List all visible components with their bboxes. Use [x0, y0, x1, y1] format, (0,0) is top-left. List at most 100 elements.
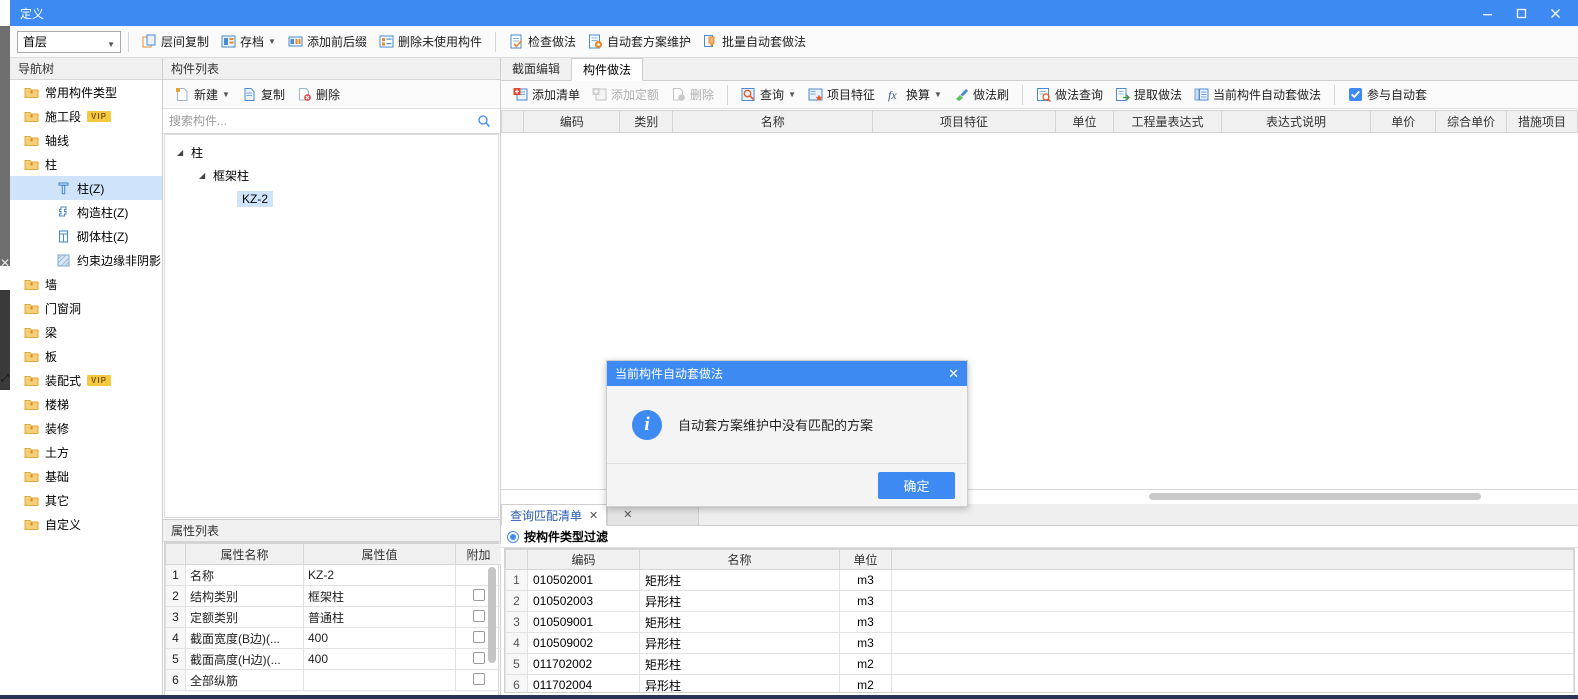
method-toolbar-button-3[interactable]: 查询 ▼	[735, 83, 802, 107]
query-code-cell[interactable]: 010502001	[527, 569, 640, 591]
method-column-header[interactable]: 名称	[672, 110, 874, 133]
method-column-header[interactable]: 类别	[619, 110, 674, 133]
property-name-cell[interactable]: 截面高度(H边)(...	[185, 648, 304, 670]
tab-0[interactable]: 截面编辑	[501, 57, 571, 80]
property-name-cell[interactable]: 截面宽度(B边)(...	[185, 627, 304, 649]
property-scrollbar[interactable]	[488, 567, 496, 694]
toolbar-auto-scheme-maintain-button[interactable]: 自动套方案维护	[582, 30, 697, 54]
sidebar-item-15[interactable]: 土方	[10, 440, 162, 464]
property-name-cell[interactable]: 名称	[185, 564, 304, 586]
maximize-button[interactable]	[1504, 0, 1538, 26]
method-toolbar-button-0[interactable]: 添加清单	[507, 83, 586, 107]
dialog-ok-button[interactable]: 确定	[878, 471, 955, 499]
bottom-tab-bar[interactable]: 查询匹配清单 ✕ ✕	[501, 503, 1578, 526]
table-row[interactable]: 5 截面高度(H边)(... 400	[165, 648, 502, 670]
search-icon[interactable]	[477, 114, 492, 129]
sidebar-item-0[interactable]: 常用构件类型	[10, 80, 162, 104]
table-row[interactable]: 3 010509001 矩形柱 m3	[505, 611, 1574, 633]
method-column-header[interactable]: 单价	[1370, 110, 1437, 133]
sidebar-item-5[interactable]: 构造柱(Z)	[10, 200, 162, 224]
property-name-cell[interactable]: 定额类别	[185, 606, 304, 628]
component-tree-node-2[interactable]: KZ-2	[165, 187, 498, 210]
query-code-cell[interactable]: 011702002	[527, 653, 640, 675]
horizontal-scrollbar-thumb[interactable]	[1149, 493, 1481, 500]
toolbar-batch-auto-method-button[interactable]: 批量自动套做法	[697, 30, 812, 54]
tab-1[interactable]: 构件做法	[571, 58, 644, 81]
table-row[interactable]: 3 定额类别 普通柱	[165, 606, 502, 628]
toolbar-check-method-button[interactable]: 检查做法	[503, 30, 582, 54]
sidebar-item-7[interactable]: 约束边缘非阴影	[10, 248, 162, 272]
toolbar-copy-between-floors-button[interactable]: 层间复制	[136, 30, 215, 54]
table-row[interactable]: 6 全部纵筋	[165, 669, 502, 691]
method-toolbar-button-9[interactable]: 当前构件自动套做法	[1188, 83, 1327, 107]
component-tree[interactable]: ◢ 柱 ◢ 框架柱 KZ-2	[164, 134, 499, 518]
checkbox[interactable]	[472, 630, 485, 643]
sidebar-item-16[interactable]: 基础	[10, 464, 162, 488]
table-row[interactable]: 2 010502003 异形柱 m3	[505, 590, 1574, 612]
table-row[interactable]: 1 010502001 矩形柱 m3	[505, 569, 1574, 591]
table-row[interactable]: 4 010509002 异形柱 m3	[505, 632, 1574, 654]
property-value-cell[interactable]: 400	[303, 627, 456, 649]
close-icon[interactable]: ✕	[589, 509, 598, 522]
method-column-header[interactable]: 工程量表达式	[1113, 110, 1222, 133]
filter-radio[interactable]	[507, 530, 519, 543]
chevron-down-icon[interactable]: ◢	[199, 171, 208, 180]
sidebar-item-4[interactable]: 柱(Z)	[10, 176, 162, 200]
query-name-cell[interactable]: 异形柱	[639, 632, 840, 654]
method-column-header[interactable]: 综合单价	[1435, 110, 1508, 133]
query-name-cell[interactable]: 异形柱	[639, 674, 840, 692]
method-column-header[interactable]: 编码	[523, 110, 621, 133]
close-icon[interactable]: ✕	[0, 256, 10, 270]
chevron-down-icon[interactable]: ◢	[177, 148, 186, 157]
method-toolbar-button-4[interactable]: 项目特征	[802, 83, 881, 107]
toolbar-delete-unused-button[interactable]: 删除未使用构件	[373, 30, 488, 54]
property-table-body[interactable]: 1 名称 KZ-2 2 结构类别 框架柱 3 定额类别 普通柱 4 截面宽度(B边)(... 400 5…	[165, 564, 502, 691]
query-code-cell[interactable]: 010502003	[527, 590, 640, 612]
method-toolbar-button-10[interactable]: 参与自动套	[1342, 83, 1433, 107]
search-input[interactable]	[163, 109, 477, 133]
sidebar-item-8[interactable]: 墙	[10, 272, 162, 296]
property-value-cell[interactable]: 普通柱	[303, 606, 456, 628]
checkbox[interactable]	[472, 672, 485, 685]
sidebar-item-18[interactable]: 自定义	[10, 512, 162, 536]
query-code-cell[interactable]: 011702004	[527, 674, 640, 692]
table-row[interactable]: 6 011702004 异形柱 m2	[505, 674, 1574, 692]
table-row[interactable]: 1 名称 KZ-2	[165, 564, 502, 586]
sidebar-item-12[interactable]: 装配式 VIP	[10, 368, 162, 392]
copy-component-button[interactable]: 复制	[236, 82, 291, 106]
checkbox[interactable]	[472, 609, 485, 622]
filter-row[interactable]: 按构件类型过滤	[501, 526, 1578, 548]
floor-select[interactable]: 首层 ▼	[17, 30, 121, 53]
query-name-cell[interactable]: 矩形柱	[639, 569, 840, 591]
minimize-button[interactable]	[1470, 0, 1504, 26]
method-column-header[interactable]: 单位	[1054, 110, 1115, 133]
dialog-close-button[interactable]: ✕	[948, 366, 959, 382]
method-column-header[interactable]: 表达式说明	[1220, 110, 1372, 133]
method-column-header[interactable]: 项目特征	[872, 110, 1056, 133]
method-toolbar-button-6[interactable]: 做法刷	[948, 83, 1015, 107]
query-result-body[interactable]: 1 010502001 矩形柱 m3 2 010502003 异形柱 m3 3 010509001…	[505, 569, 1574, 692]
component-tree-node-1[interactable]: ◢ 框架柱	[165, 164, 498, 187]
sidebar-item-2[interactable]: 轴线	[10, 128, 162, 152]
property-value-cell[interactable]: 框架柱	[303, 585, 456, 607]
close-button[interactable]	[1538, 0, 1572, 26]
close-icon[interactable]: ✕	[623, 508, 632, 521]
method-toolbar-button-8[interactable]: 提取做法	[1109, 83, 1188, 107]
toolbar-add-prefix-suffix-button[interactable]: 添加前后缀	[282, 30, 373, 54]
component-tree-node-0[interactable]: ◢ 柱	[165, 141, 498, 164]
property-scrollbar-thumb[interactable]	[488, 567, 496, 663]
query-name-cell[interactable]: 矩形柱	[639, 611, 840, 633]
new-component-button[interactable]: 新建 ▼	[169, 82, 236, 106]
sidebar-item-9[interactable]: 门窗洞	[10, 296, 162, 320]
sidebar-item-10[interactable]: 梁	[10, 320, 162, 344]
resize-handle-icon[interactable]: ⤢	[0, 372, 10, 386]
table-row[interactable]: 5 011702002 矩形柱 m2	[505, 653, 1574, 675]
query-name-cell[interactable]: 矩形柱	[639, 653, 840, 675]
method-column-header[interactable]: 措施项目	[1506, 110, 1578, 133]
property-value-cell[interactable]: 400	[303, 648, 456, 670]
query-code-cell[interactable]: 010509002	[527, 632, 640, 654]
table-row[interactable]: 4 截面宽度(B边)(... 400	[165, 627, 502, 649]
method-column-header[interactable]	[500, 110, 525, 133]
method-toolbar-button-7[interactable]: 做法查询	[1030, 83, 1109, 107]
right-tab-bar[interactable]: 截面编辑 构件做法	[501, 58, 1578, 81]
